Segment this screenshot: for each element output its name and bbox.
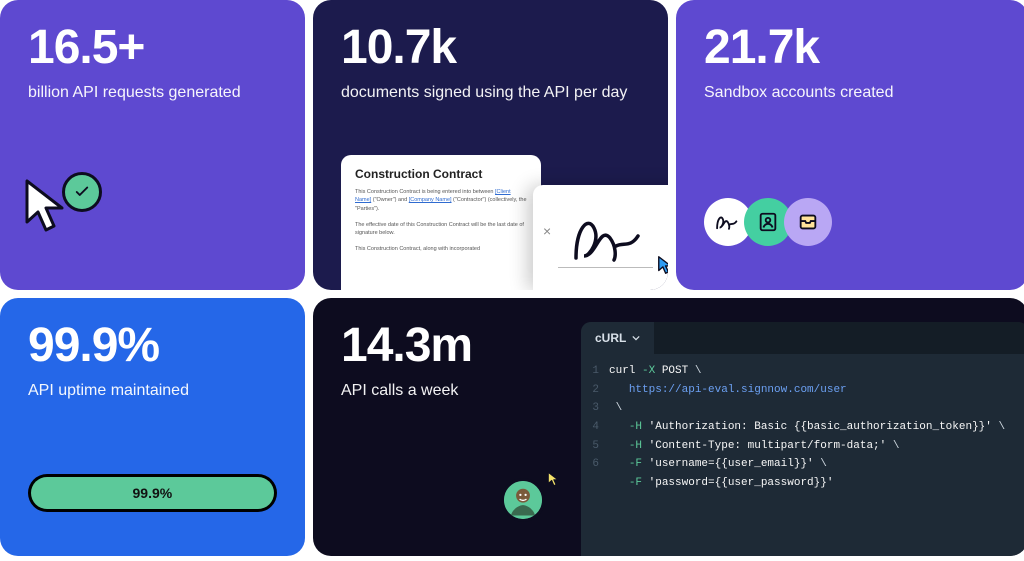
stat-label: billion API requests generated (28, 82, 277, 104)
code-window: cURL 1curl -X POST \2 https://api-eval.s… (581, 322, 1024, 556)
stat-card-api-requests: 16.5+ billion API requests generated (0, 0, 305, 290)
code-tab-curl[interactable]: cURL (581, 322, 654, 354)
stat-label: API calls a week (341, 380, 561, 402)
code-line: 4 -H 'Authorization: Basic {{basic_autho… (581, 418, 1024, 437)
doc-title: Construction Contract (355, 167, 527, 181)
check-icon (62, 172, 102, 212)
uptime-progress-fill: 99.9% (31, 477, 274, 509)
stat-card-sandbox: 21.7k Sandbox accounts created (676, 0, 1024, 290)
stat-value: 16.5+ (28, 24, 277, 72)
code-body: 1curl -X POST \2 https://api-eval.signno… (581, 354, 1024, 556)
stat-value: 10.7k (341, 24, 640, 72)
stat-value: 21.7k (704, 24, 1000, 72)
code-line: 6 -F 'username={{user_email}}' \ (581, 455, 1024, 474)
code-line: -F 'password={{user_password}}' (581, 474, 1024, 493)
badge-row (704, 198, 824, 246)
signature-panel: × (533, 185, 668, 290)
code-tabs: cURL (581, 322, 1024, 354)
chevron-down-icon (632, 334, 640, 342)
code-line: 2 https://api-eval.signnow.com/user (581, 381, 1024, 400)
signature-icon (566, 208, 656, 268)
close-icon: × (543, 223, 551, 239)
stat-card-documents-signed: 10.7k documents signed using the API per… (313, 0, 668, 290)
stat-label: API uptime maintained (28, 380, 277, 402)
doc-paragraph: This Construction Contract is being ente… (355, 188, 527, 213)
stat-value: 99.9% (28, 322, 277, 370)
code-line: 3 \ (581, 399, 1024, 418)
cursor-illustration (24, 178, 134, 268)
doc-paragraph: This Construction Contract, along with i… (355, 245, 527, 253)
stat-value: 14.3m (341, 322, 561, 370)
inbox-badge-icon (784, 198, 832, 246)
stat-card-uptime: 99.9% API uptime maintained 99.9% (0, 298, 305, 556)
cursor-icon (656, 254, 668, 276)
stat-label: documents signed using the API per day (341, 82, 640, 104)
code-line: 5 -H 'Content-Type: multipart/form-data;… (581, 437, 1024, 456)
uptime-progress: 99.9% (28, 474, 277, 512)
code-line: 1curl -X POST \ (581, 362, 1024, 381)
document-illustration: Construction Contract This Construction … (341, 145, 668, 290)
stat-label: Sandbox accounts created (704, 82, 1000, 104)
doc-paragraph: The effective date of this Construction … (355, 221, 527, 238)
avatar (501, 478, 545, 522)
cursor-icon (546, 470, 564, 488)
stat-card-api-calls: 14.3m API calls a week cURL 1curl -X POS… (313, 298, 1024, 556)
